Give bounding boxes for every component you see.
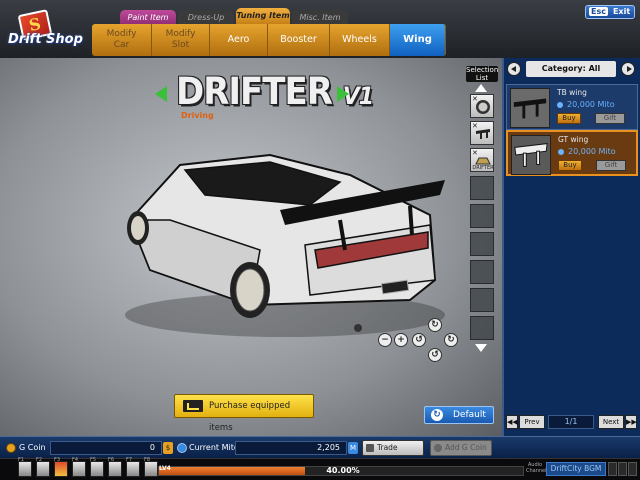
rotate-left-icon[interactable]: ↺ xyxy=(412,333,426,347)
trade-history-button[interactable]: Trade History xyxy=(362,440,424,466)
current-mito-label: Current Mito xyxy=(189,443,239,452)
first-page-icon[interactable]: ◀◀ xyxy=(506,415,518,429)
quick-slot-6[interactable] xyxy=(108,461,122,477)
selection-slot-wheel[interactable]: ✕ xyxy=(470,94,494,118)
g-coin-icon xyxy=(6,443,16,453)
selection-slot-empty[interactable] xyxy=(470,288,494,312)
selection-slot-car[interactable]: ✕ DRIFTER xyxy=(470,148,494,172)
bgm-next-icon[interactable] xyxy=(628,462,637,476)
wheel-icon xyxy=(476,100,490,114)
quick-slot-3[interactable] xyxy=(54,461,68,477)
quick-slot-1[interactable] xyxy=(18,461,32,477)
prev-car-arrow-icon[interactable] xyxy=(155,86,167,102)
zoom-out-icon[interactable]: − xyxy=(378,333,392,347)
purchase-equipped-button[interactable]: Purchase equipped items xyxy=(174,394,314,433)
menu-wing[interactable]: Wing xyxy=(390,24,446,56)
level-progress-text: 40.00% xyxy=(326,466,360,475)
rotate-down-icon[interactable]: ↺ xyxy=(428,348,442,362)
zoom-in-icon[interactable]: + xyxy=(394,333,408,347)
bgm-play-icon[interactable] xyxy=(618,462,627,476)
current-mito-value: 2,205 xyxy=(235,441,347,455)
bgm-prev-icon[interactable] xyxy=(608,462,617,476)
gift-button[interactable]: Gift xyxy=(595,113,625,124)
buy-button[interactable]: Buy xyxy=(558,160,582,171)
page-indicator: 1/1 xyxy=(548,415,594,429)
quick-slot-4[interactable] xyxy=(72,461,86,477)
mito-icon xyxy=(177,443,187,453)
gt-wing-thumbnail xyxy=(511,135,551,175)
bgm-selector[interactable]: DriftCity BGM xyxy=(546,462,606,476)
menu-booster[interactable]: Booster xyxy=(268,24,330,56)
wing-icon xyxy=(476,129,490,139)
car-subtitle: Driving xyxy=(181,111,214,120)
quick-slot-2[interactable] xyxy=(36,461,50,477)
selection-slot-wing[interactable]: ✕ xyxy=(470,121,494,145)
rotate-right-icon[interactable]: ↻ xyxy=(444,333,458,347)
menu-aero[interactable]: Aero xyxy=(210,24,268,56)
tb-wing-thumbnail xyxy=(510,88,550,128)
quick-slot-8[interactable] xyxy=(144,461,158,477)
category-next-icon[interactable] xyxy=(621,62,635,76)
quick-slot-7[interactable] xyxy=(126,461,140,477)
selection-slot-empty[interactable] xyxy=(470,260,494,284)
prev-page-button[interactable]: Prev xyxy=(519,415,545,429)
rotate-up-icon[interactable]: ↻ xyxy=(428,318,442,332)
selection-slot-empty[interactable] xyxy=(470,316,494,340)
shop-item-gt-wing[interactable]: GT wing 20,000 Mito Buy Gift xyxy=(506,130,638,176)
car-model xyxy=(125,153,445,337)
last-page-icon[interactable]: ▶▶ xyxy=(625,415,637,429)
exit-button[interactable]: Esc Exit xyxy=(585,5,635,19)
selection-list-label: Selection List xyxy=(466,66,499,82)
selection-up-arrow-icon[interactable] xyxy=(475,84,487,92)
category-label: Category: All xyxy=(526,61,616,77)
next-page-button[interactable]: Next xyxy=(598,415,624,429)
reset-icon: ↻ xyxy=(431,409,443,421)
next-car-arrow-icon[interactable] xyxy=(337,86,349,102)
tuning-menu: Modify Car Modify Slot Aero Booster Whee… xyxy=(92,24,446,56)
return-arrow-icon xyxy=(183,400,203,412)
selection-slot-empty[interactable] xyxy=(470,204,494,228)
menu-modify-car[interactable]: Modify Car xyxy=(92,24,152,56)
selection-down-arrow-icon[interactable] xyxy=(475,344,487,352)
menu-modify-slot[interactable]: Modify Slot xyxy=(152,24,210,56)
shop-item-tb-wing[interactable]: TB wing 20,000 Mito Buy Gift xyxy=(506,84,638,130)
add-g-coin-button[interactable]: Add G Coin xyxy=(430,440,492,456)
category-prev-icon[interactable] xyxy=(507,62,521,76)
audio-channel-label: Audio Channel xyxy=(526,462,547,474)
default-button[interactable]: ↻ Default xyxy=(424,406,494,424)
drift-shop-logo: S Drift Shop xyxy=(6,8,88,52)
menu-wheels[interactable]: Wheels xyxy=(330,24,390,56)
mito-unit: M xyxy=(348,442,358,454)
quick-slot-5[interactable] xyxy=(90,461,104,477)
g-coin-unit: $ xyxy=(163,442,173,454)
g-coin-label: G Coin xyxy=(19,443,46,452)
g-coin-value: 0 xyxy=(50,441,162,455)
buy-button[interactable]: Buy xyxy=(557,113,581,124)
selection-slot-empty[interactable] xyxy=(470,232,494,256)
gift-button[interactable]: Gift xyxy=(596,160,626,171)
selection-slot-empty[interactable] xyxy=(470,176,494,200)
